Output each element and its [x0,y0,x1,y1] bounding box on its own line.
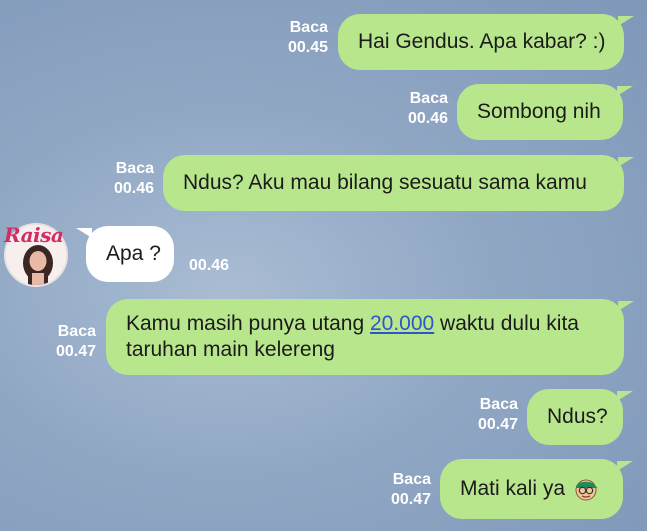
message-time: 00.46 [189,257,230,274]
bubble-tail [617,86,633,96]
bubble-tail [617,461,633,471]
outgoing-message[interactable]: Mati kali ya [440,459,633,519]
message-meta: Baca 00.47 [46,322,96,362]
message-text: Apa ? [106,242,161,265]
read-label: Baca [479,396,518,413]
message-meta: Baca 00.46 [104,159,154,199]
message-text: Ndus? Aku mau bilang sesuatu sama kamu [183,171,587,194]
message-time: 00.47 [390,491,431,508]
bubble-tail [618,157,634,167]
read-label: Baca [392,471,431,488]
outgoing-message[interactable]: Ndus? Aku mau bilang sesuatu sama kamu [163,155,634,211]
message-meta: Baca 00.45 [278,18,328,58]
amount-link[interactable]: 20.000 [370,312,434,335]
chat-window: Baca 00.45 Hai Gendus. Apa kabar? :) Bac… [0,0,647,531]
message-time: 00.46 [113,180,154,197]
message-text: Ndus? [547,405,608,428]
message-text-line2: taruhan main kelereng [126,338,335,361]
read-label: Baca [115,160,154,177]
read-label: Baca [289,19,328,36]
message-time: 00.45 [287,39,328,56]
message-text: Hai Gendus. Apa kabar? :) [358,30,606,53]
message-time: 00.47 [55,343,96,360]
message-text: Sombong nih [477,100,601,123]
bubble-tail [618,16,634,26]
outgoing-message[interactable]: Hai Gendus. Apa kabar? :) [338,14,634,70]
message-meta: Baca 00.46 [398,89,448,129]
message-time: 00.47 [477,416,518,433]
bubble-tail [618,301,634,311]
read-label: Baca [409,90,448,107]
message-meta: Baca 00.47 [381,470,431,510]
message-text-block: Kamu masih punya utang 20.000 waktu dulu… [126,311,579,363]
outgoing-message[interactable]: Kamu masih punya utang 20.000 waktu dulu… [106,299,634,375]
read-label: Baca [57,323,96,340]
bubble-tail [76,228,92,238]
bubble-tail [617,391,633,401]
outgoing-message[interactable]: Ndus? [527,389,633,445]
message-meta: 00.46 [189,256,249,276]
incoming-message[interactable]: Apa ? [76,226,174,282]
message-text: Kamu masih punya utang 20.000 waktu dulu… [126,312,579,335]
message-meta: Baca 00.47 [468,395,518,435]
message-text-before-link: Kamu masih punya utang [126,312,370,335]
outgoing-message[interactable]: Sombong nih [457,84,633,140]
message-text: Mati kali ya [460,477,566,500]
cap-glasses-face-icon [575,479,599,501]
avatar-logo: Raisa [4,223,64,247]
message-text-after-link: waktu dulu kita [434,312,579,335]
message-time: 00.46 [407,110,448,127]
